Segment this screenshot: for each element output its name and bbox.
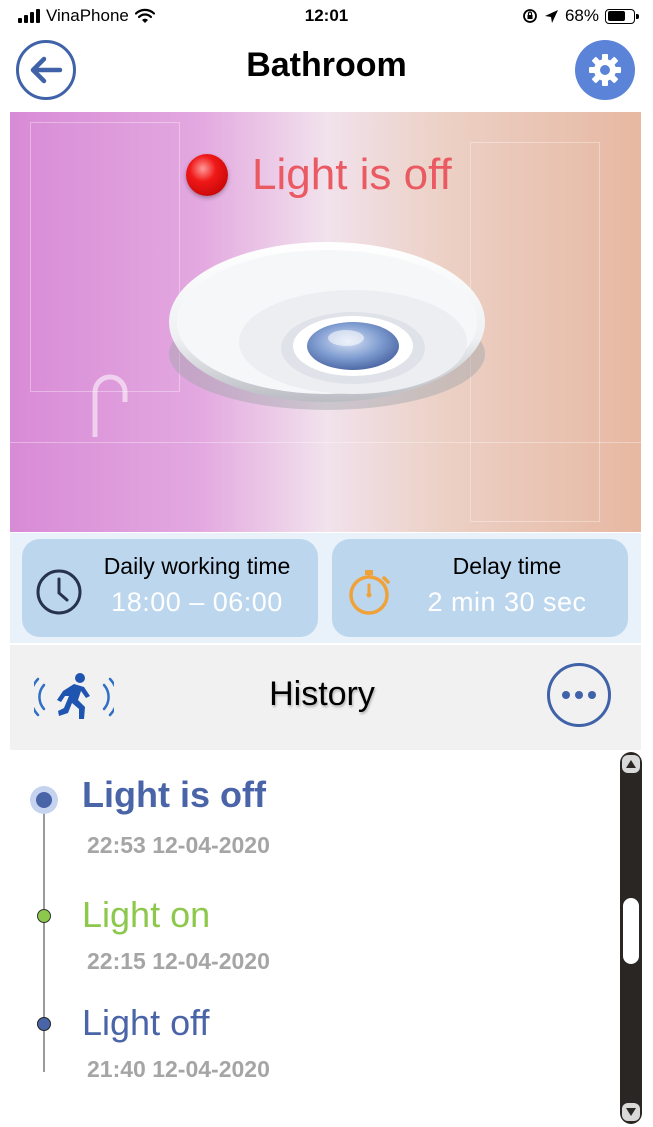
more-icon	[562, 691, 570, 699]
delay-time-value: 2 min 30 sec	[427, 587, 587, 617]
timeline-line	[43, 800, 45, 1072]
history-scrollbar[interactable]	[620, 752, 642, 1124]
scroll-up-button[interactable]	[622, 755, 640, 773]
room-image: Light is off	[10, 112, 641, 532]
timeline-dot	[37, 909, 51, 923]
history-item-title: Light off	[82, 1002, 210, 1043]
chevron-up-icon	[626, 760, 636, 768]
chevron-down-icon	[626, 1108, 636, 1116]
scroll-thumb[interactable]	[623, 898, 639, 964]
history-item-time: 21:40 12-04-2020	[87, 1056, 270, 1082]
counter-shape	[10, 442, 641, 532]
orientation-lock-icon	[523, 9, 537, 23]
history-item-time: 22:15 12-04-2020	[87, 948, 270, 974]
status-right: 68%	[522, 6, 639, 26]
working-time-value: 18:00 – 06:00	[111, 587, 283, 617]
status-bar: VinaPhone 12:01 68%	[0, 0, 653, 34]
battery-percent: 68%	[564, 6, 599, 25]
history-item-time: 22:53 12-04-2020	[87, 832, 270, 858]
timeline-dot-current	[30, 786, 58, 814]
battery-fill	[607, 11, 625, 21]
settings-button[interactable]	[575, 40, 635, 100]
history-title: History	[269, 675, 375, 713]
delay-time-label: Delay time	[452, 553, 562, 579]
history-list: Light is off 22:53 12-04-2020 Light on 2…	[10, 752, 610, 1127]
delay-time-card[interactable]: Delay time 2 min 30 sec	[332, 539, 628, 637]
app-header: Bathroom	[0, 38, 653, 102]
page-title: Bathroom	[246, 46, 407, 84]
history-header: History	[10, 645, 641, 750]
info-panel: Daily working time 18:00 – 06:00 Delay t…	[10, 533, 641, 643]
status-indicator-dot	[186, 154, 228, 196]
battery-icon	[605, 8, 639, 24]
clock-icon	[36, 569, 82, 615]
history-item-title: Light on	[82, 894, 211, 935]
gear-icon	[589, 54, 621, 86]
light-status-text: Light is off	[252, 150, 452, 199]
timeline-dot	[37, 1017, 51, 1031]
motion-sensor-device	[169, 242, 485, 410]
working-time-label: Daily working time	[103, 553, 291, 579]
stopwatch-icon	[349, 570, 390, 615]
mirror-shape	[30, 122, 180, 392]
more-button[interactable]	[547, 663, 611, 727]
location-icon	[544, 9, 558, 23]
faucet-icon	[92, 374, 128, 437]
history-item-title: Light is off	[82, 774, 266, 815]
scroll-down-button[interactable]	[622, 1103, 640, 1121]
light-status: Light is off	[186, 150, 452, 200]
working-time-card[interactable]: Daily working time 18:00 – 06:00	[22, 539, 318, 637]
